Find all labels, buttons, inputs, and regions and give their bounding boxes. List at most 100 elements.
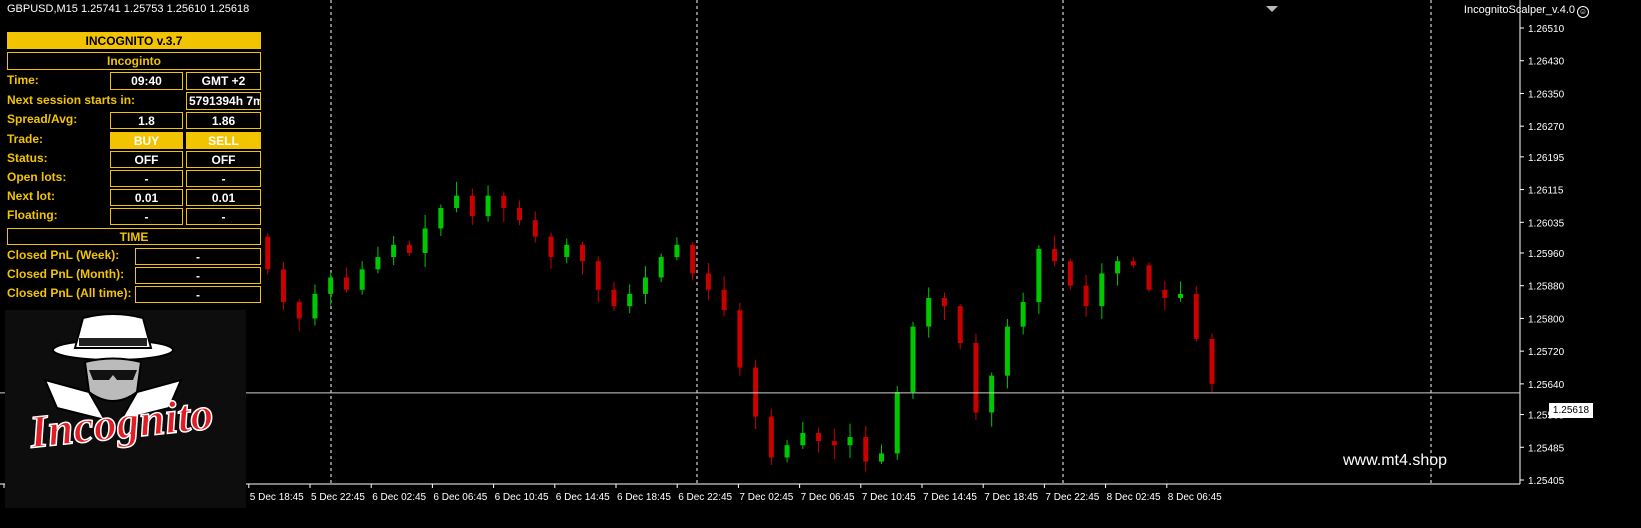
candle-body-2 (280, 269, 286, 303)
candle-body-4 (312, 293, 318, 319)
candle-body-45 (957, 306, 963, 343)
x-tick-label-5: 5 Dec 22:45 (311, 492, 365, 503)
buy-status-toggle[interactable]: OFF (110, 151, 183, 168)
candle-body-14 (469, 195, 475, 217)
expert-advisor-label[interactable]: IncognitoScalper_v.4.0 ☺ (1464, 4, 1589, 18)
y-tick-label-0: 1.26510 (1528, 24, 1565, 35)
x-tick-label-7: 6 Dec 06:45 (433, 492, 487, 503)
candle-body-8 (375, 257, 381, 270)
candle-body-42 (910, 326, 916, 393)
x-tick-label-14: 7 Dec 10:45 (862, 492, 916, 503)
next-lot-label: Next lot: (7, 189, 55, 203)
candle-body-25 (642, 277, 648, 294)
watermark-text: www.mt4.shop (1343, 452, 1448, 469)
next-lot-buy: 0.01 (110, 189, 183, 206)
spread-value: 1.8 (110, 112, 183, 129)
floating-label: Floating: (7, 208, 58, 222)
symbol-info: GBPUSD,M15 1.25741 1.25753 1.25610 1.256… (7, 3, 250, 15)
candle-body-51 (1052, 248, 1058, 262)
candle-body-38 (847, 437, 853, 446)
timezone-value: GMT +2 (186, 72, 261, 90)
y-tick-label-14: 1.25405 (1528, 476, 1565, 487)
panel-title: INCOGNITO v.3.7 (7, 32, 261, 49)
open-lots-buy: - (110, 170, 183, 187)
candle-body-53 (1083, 285, 1089, 307)
candle-body-24 (627, 293, 633, 307)
time-value: 09:40 (110, 72, 183, 90)
candle-body-29 (705, 273, 711, 290)
candle-body-33 (768, 416, 774, 458)
x-tick-label-16: 7 Dec 18:45 (984, 492, 1038, 503)
x-tick-label-18: 8 Dec 02:45 (1107, 492, 1161, 503)
sell-status-toggle[interactable]: OFF (186, 151, 261, 168)
candle-body-26 (658, 257, 664, 278)
candle-body-28 (690, 244, 696, 274)
smiley-icon[interactable]: ☺ (1577, 6, 1589, 18)
candle-body-27 (674, 244, 680, 258)
candle-body-44 (941, 297, 947, 307)
candle-body-13 (454, 195, 460, 208)
candle-body-12 (438, 207, 444, 229)
candle-body-6 (343, 277, 349, 290)
floating-sell: - (186, 208, 261, 225)
y-tick-label-13: 1.25485 (1528, 443, 1565, 454)
candle-body-61 (1209, 338, 1215, 384)
x-tick-label-17: 7 Dec 22:45 (1045, 492, 1099, 503)
candle-body-15 (485, 195, 491, 217)
status-label: Status: (7, 151, 48, 165)
candle-body-18 (532, 220, 538, 237)
x-tick-label-6: 6 Dec 02:45 (372, 492, 426, 503)
hat-band (79, 338, 147, 346)
pnl-week-value: - (135, 248, 261, 265)
candle-body-11 (422, 228, 428, 253)
y-tick-label-3: 1.26270 (1528, 122, 1565, 133)
pnl-month-label: Closed PnL (Month): (7, 267, 125, 281)
pnl-alltime-label: Closed PnL (All time): (7, 286, 132, 300)
candle-body-41 (894, 392, 900, 454)
y-tick-label-6: 1.26035 (1528, 218, 1565, 229)
buy-button[interactable]: BUY (110, 132, 183, 149)
candle-body-7 (359, 269, 365, 290)
y-tick-label-10: 1.25720 (1528, 347, 1565, 358)
spread-label: Spread/Avg: (7, 112, 78, 126)
candle-body-5 (328, 277, 334, 294)
candle-body-10 (406, 244, 412, 253)
x-tick-label-12: 7 Dec 02:45 (739, 492, 793, 503)
x-tick-label-19: 8 Dec 06:45 (1168, 492, 1222, 503)
candle-body-57 (1146, 265, 1152, 290)
y-tick-label-8: 1.25880 (1528, 282, 1565, 293)
candle-body-36 (816, 432, 822, 442)
candle-body-30 (721, 289, 727, 311)
panel-subtitle: Incoginto (7, 52, 261, 70)
y-tick-label-2: 1.26350 (1528, 89, 1565, 100)
candle-body-56 (1130, 261, 1136, 266)
candle-body-32 (753, 367, 759, 417)
candle-body-59 (1178, 293, 1184, 298)
time-section-header: TIME (7, 228, 261, 245)
candle-body-31 (737, 310, 743, 368)
floating-buy: - (110, 208, 183, 225)
chart-shift-marker[interactable] (1266, 6, 1278, 12)
x-tick-label-11: 6 Dec 22:45 (678, 492, 732, 503)
candle-body-21 (579, 244, 585, 262)
candle-body-9 (391, 244, 397, 258)
pnl-alltime-value: - (135, 286, 261, 303)
candle-body-16 (501, 195, 507, 208)
open-lots-sell: - (186, 170, 261, 187)
y-tick-label-1: 1.26430 (1528, 57, 1565, 68)
candle-body-19 (548, 236, 554, 258)
sell-button[interactable]: SELL (186, 132, 261, 149)
pnl-month-value: - (135, 267, 261, 284)
candle-body-37 (831, 441, 837, 446)
candle-body-46 (973, 342, 979, 413)
candle-body-39 (863, 437, 869, 462)
y-tick-label-7: 1.25960 (1528, 249, 1565, 260)
candle-body-1 (265, 236, 271, 270)
next-session-value: 5791394h 7m (186, 92, 261, 110)
candle-body-54 (1099, 273, 1105, 307)
x-tick-label-13: 7 Dec 06:45 (801, 492, 855, 503)
candle-body-22 (595, 261, 601, 290)
trade-label: Trade: (7, 132, 44, 146)
candle-body-47 (989, 375, 995, 413)
candle-body-55 (1115, 261, 1121, 274)
